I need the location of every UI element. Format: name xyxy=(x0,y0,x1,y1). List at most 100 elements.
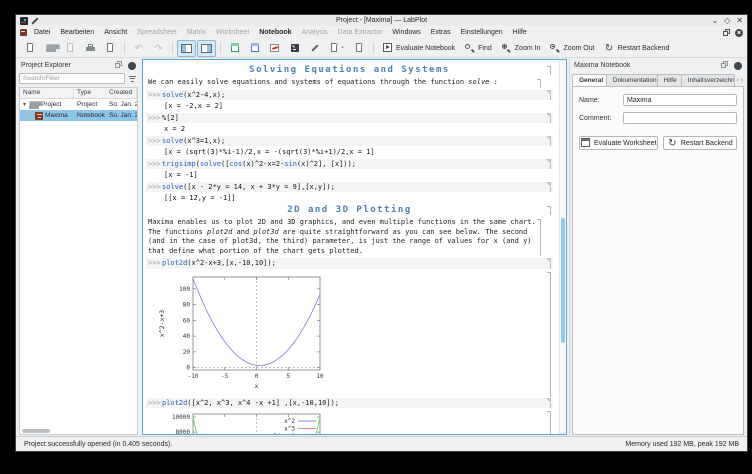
pen-icon xyxy=(309,43,320,54)
close-subwindow-icon[interactable] xyxy=(735,28,743,37)
menu-einstellungen[interactable]: Einstellungen xyxy=(456,28,508,37)
zoom-in-icon xyxy=(501,43,512,54)
menu-hilfe[interactable]: Hilfe xyxy=(508,28,532,37)
toggle-project-explorer-button[interactable] xyxy=(177,39,196,57)
project-tree-header[interactable]: Name Type Created xyxy=(20,88,137,99)
horizontal-scrollbar[interactable] xyxy=(22,429,50,433)
toggle-properties-explorer-button[interactable] xyxy=(197,39,216,57)
new-project-button[interactable] xyxy=(21,40,40,57)
notebook-paragraph[interactable]: We can easily solve equations and system… xyxy=(148,78,543,88)
item-name: Project xyxy=(41,101,62,108)
command-cell[interactable]: >>>%[2] xyxy=(146,112,553,123)
command-cell[interactable]: >>>solve(x^3=1,x); xyxy=(146,135,553,146)
column-header-created[interactable]: Created xyxy=(106,88,137,98)
zoom-in-button[interactable]: Zoom In xyxy=(497,40,545,57)
float-panel-icon[interactable] xyxy=(114,60,125,71)
new-folder-button[interactable] xyxy=(350,40,369,57)
tab-scroll-left-icon[interactable]: ‹ xyxy=(736,77,738,84)
plot-canvas-0: -10 -5 0 5 10020406080100xx^2-x+3 xyxy=(158,276,324,390)
new-document-dropdown-button[interactable]: ⌄ xyxy=(325,40,349,57)
result-cell: [x = -1] xyxy=(164,170,198,179)
cell-bracket xyxy=(537,219,541,256)
status-message: Project successfully opened (in 0.405 se… xyxy=(24,440,173,448)
new-spreadsheet-button[interactable] xyxy=(225,40,244,57)
properties-tabbar: General Dokumentation Hilfe Inhaltsverzeich… xyxy=(572,72,744,86)
command-cell[interactable]: >>>solve([x - 2*y = 14, x + 3*y = 9],[x,… xyxy=(146,181,553,192)
filter-icon[interactable] xyxy=(127,73,138,84)
find-button[interactable]: Find xyxy=(460,40,496,57)
result-cell: x = 2 xyxy=(164,124,186,133)
minimize-button[interactable]: ⌄ xyxy=(711,16,718,25)
evaluate-worksheet-button[interactable]: Evaluate Worksheet xyxy=(579,136,658,150)
float-panel-icon[interactable] xyxy=(720,60,731,71)
evaluate-notebook-button[interactable]: Evaluate Notebook xyxy=(378,40,459,57)
restart-backend-button[interactable]: ↻ Restart Backend xyxy=(662,136,737,150)
new-notebook-button[interactable] xyxy=(285,40,304,57)
command-cell[interactable]: >>>trigsimp(solve([cos(x)^2-x=2-sin(x)^2… xyxy=(146,158,553,169)
expander-icon[interactable]: ▾ xyxy=(23,101,26,108)
menu-windows[interactable]: Windows xyxy=(387,28,425,37)
search-input[interactable] xyxy=(19,73,125,84)
data-extractor-button[interactable] xyxy=(305,40,324,57)
properties-header[interactable]: Maxima Notebook xyxy=(572,59,744,71)
menu-datei[interactable]: Datei xyxy=(29,28,55,37)
command-cell[interactable]: >>>plot2d(x^2-x+3,[x,-10,10]); xyxy=(146,258,553,269)
notebook-paragraph[interactable]: Maxima enables us to plot 2D and 3D grap… xyxy=(148,218,543,256)
notebook-scrollbar[interactable] xyxy=(559,60,566,434)
result-cell: [x = -2,x = 2] xyxy=(164,101,224,110)
print-button[interactable] xyxy=(81,40,100,57)
svg-text:x: x xyxy=(255,382,259,390)
restore-subwindow-icon[interactable] xyxy=(723,28,731,37)
tab-dokumentation[interactable]: Dokumentation xyxy=(605,74,658,86)
project-explorer-header[interactable]: Project Explorer xyxy=(19,59,138,71)
titlebar[interactable]: Project - [Maxima] — LabPlot ⌄ ◇ ✕ xyxy=(16,15,747,26)
new-matrix-button[interactable] xyxy=(245,40,264,57)
menu-ansicht[interactable]: Ansicht xyxy=(99,28,132,37)
prompt: >>> xyxy=(148,113,161,122)
prompt: >>> xyxy=(148,90,161,99)
column-header-type[interactable]: Type xyxy=(74,88,106,98)
notebook-view[interactable]: Solving Equations and Systems We can easi… xyxy=(143,60,559,434)
prompt: >>> xyxy=(148,136,161,145)
cell-bracket xyxy=(547,94,551,100)
panel-menu-icon[interactable] xyxy=(128,62,136,70)
spreadsheet-icon xyxy=(229,43,240,54)
cell-bracket xyxy=(547,411,551,434)
menubar: Datei Bearbeiten Ansicht Spreadsheet Matrix W… xyxy=(16,26,747,39)
tree-row-maxima[interactable]: Maxima Notebook So. Jan. 2 18: xyxy=(20,110,137,121)
redo-button: ↷ xyxy=(149,40,168,57)
tab-inhaltsverzeichn[interactable]: Inhaltsverzeichn xyxy=(680,74,736,86)
folder-icon xyxy=(28,100,43,110)
toolbar-separator xyxy=(172,42,173,54)
name-field[interactable] xyxy=(623,94,737,106)
comment-field[interactable] xyxy=(623,112,737,124)
open-project-button[interactable] xyxy=(41,40,60,57)
command-cell[interactable]: >>>solve(x^2-4,x); xyxy=(146,89,553,100)
maximize-button[interactable]: ◇ xyxy=(724,16,730,25)
menu-bearbeiten[interactable]: Bearbeiten xyxy=(55,28,99,37)
notebook-heading: 2D and 3D Plotting xyxy=(146,205,553,215)
svg-text:80: 80 xyxy=(183,301,191,308)
tree-row-project[interactable]: ▾ Project Project So. Jan. 2 18: xyxy=(20,99,137,110)
notebook-area: Solving Equations and Systems We can easi… xyxy=(142,59,567,435)
menu-extras[interactable]: Extras xyxy=(426,28,456,37)
tab-hilfe[interactable]: Hilfe xyxy=(656,74,682,86)
command-cell[interactable]: >>>plot2d([x^2, x^3, x^4 -x +1] ,[x,-10,… xyxy=(146,397,553,408)
restart-backend-button[interactable]: ↻ Restart Backend xyxy=(600,40,674,57)
close-button[interactable]: ✕ xyxy=(736,16,743,25)
column-header-name[interactable]: Name xyxy=(20,88,74,98)
panel-menu-icon[interactable] xyxy=(734,62,742,70)
export-button[interactable] xyxy=(101,40,120,57)
panel-left-icon xyxy=(181,43,192,54)
name-label: Name: xyxy=(579,96,600,104)
redo-icon: ↷ xyxy=(154,42,163,53)
tab-general[interactable]: General xyxy=(572,74,607,86)
new-worksheet-button[interactable] xyxy=(265,40,284,57)
project-tree: Name Type Created ▾ Project Project So. Jan. … xyxy=(19,87,138,435)
tab-scroll-right-icon[interactable]: › xyxy=(741,77,743,84)
result-cell: [[x = 12,y = -1]] xyxy=(164,193,236,202)
zoom-out-button[interactable]: Zoom Out xyxy=(545,40,598,57)
svg-text:8000: 8000 xyxy=(176,429,191,434)
scrollbar-thumb[interactable] xyxy=(561,218,565,343)
menu-notebook[interactable]: Notebook xyxy=(254,28,296,37)
